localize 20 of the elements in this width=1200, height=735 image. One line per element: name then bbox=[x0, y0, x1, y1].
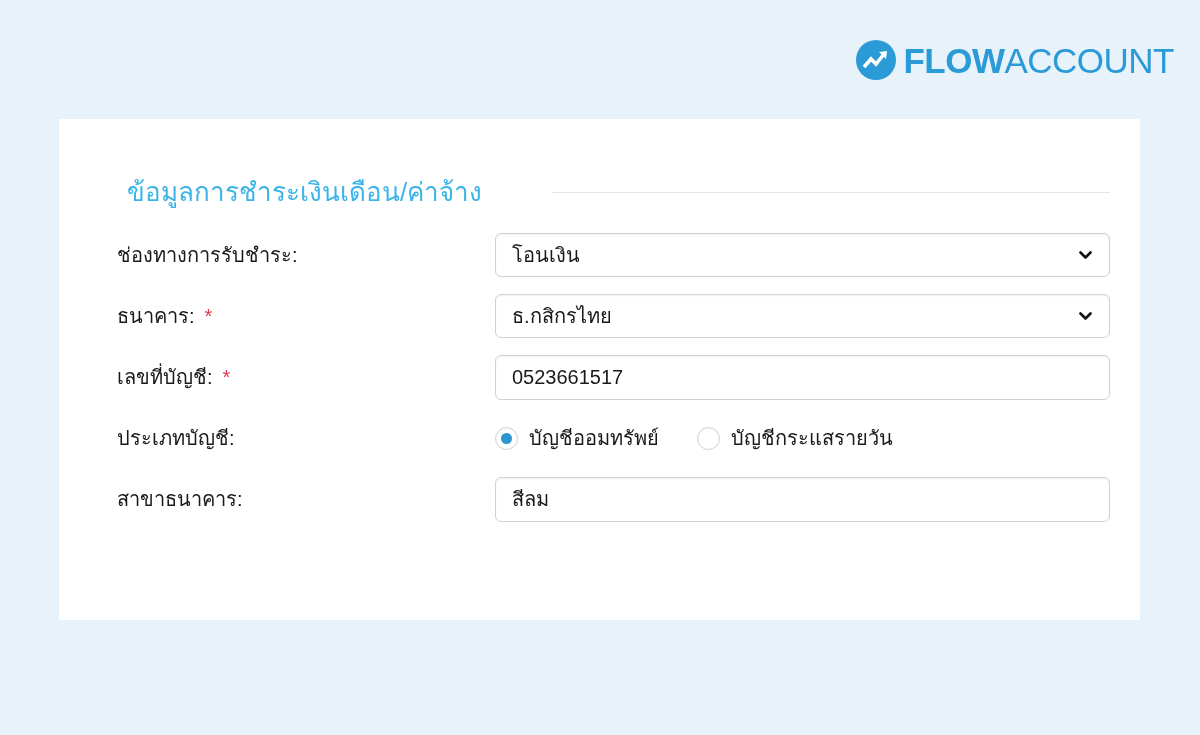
chevron-down-icon bbox=[1079, 250, 1092, 260]
chevron-down-icon bbox=[1079, 311, 1092, 321]
field-label: ประเภทบัญชี: bbox=[117, 426, 235, 452]
required-mark: * bbox=[222, 365, 231, 390]
input-field[interactable]: สีลม bbox=[495, 476, 1110, 522]
dropdown-field[interactable]: โอนเงิน bbox=[495, 233, 1110, 277]
input-field[interactable]: 0523661517 bbox=[495, 354, 1110, 400]
radio-button[interactable] bbox=[495, 426, 518, 450]
radio-button[interactable] bbox=[697, 426, 720, 450]
dropdown-field[interactable]: ธ.กสิกรไทย bbox=[495, 294, 1110, 338]
field-label: เลขที่บัญชี: bbox=[117, 362, 213, 392]
section-title: ข้อมูลการชำระเงินเดือน/ค่าจ้าง bbox=[127, 175, 483, 210]
field-label: ธนาคาร: bbox=[117, 304, 195, 329]
logo-wordmark: FLOWACCOUNT bbox=[903, 42, 1174, 78]
radio-label[interactable]: บัญชีกระแสรายวัน bbox=[731, 423, 893, 453]
field-label: สาขาธนาคาร: bbox=[117, 487, 243, 512]
required-mark: * bbox=[204, 304, 213, 329]
radio-label[interactable]: บัญชีออมทรัพย์ bbox=[529, 423, 659, 453]
logo-icon bbox=[856, 40, 897, 80]
field-label: ช่องทางการรับชำระ: bbox=[117, 243, 298, 268]
